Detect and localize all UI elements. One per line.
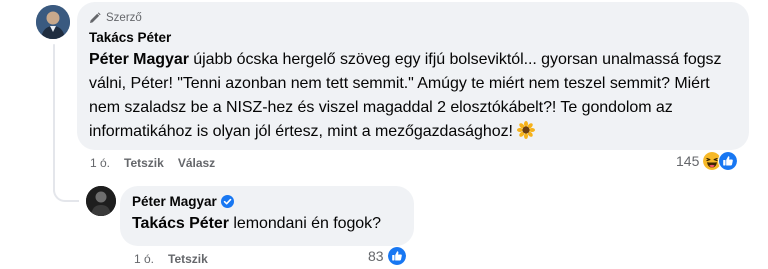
- reply-text: Takács Péter lemondani én fogok?: [132, 212, 402, 236]
- reply-like-button[interactable]: Tetszik: [168, 252, 208, 266]
- reply-actions: 1 ó. Tetszik: [134, 252, 208, 266]
- profile-photo-icon: [36, 5, 70, 39]
- reaction-icons: [702, 151, 739, 171]
- thread-line: [53, 44, 55, 192]
- reply-reaction-icons: [386, 246, 407, 266]
- reply-mention[interactable]: Takács Péter: [132, 215, 229, 232]
- comment-time[interactable]: 1 ó.: [90, 156, 110, 170]
- author-badge: Szerző: [89, 10, 737, 26]
- comment-actions: 1 ó. Tetszik Válasz: [90, 156, 215, 170]
- like-icon: [386, 246, 407, 266]
- comment-author[interactable]: Takács Péter: [89, 28, 737, 47]
- comment-text: Péter Magyar újabb ócska hergelő szöveg …: [89, 48, 737, 147]
- sunflower-icon: [516, 121, 535, 139]
- reply-author-avatar[interactable]: [86, 186, 116, 216]
- reaction-count: 145: [676, 153, 700, 169]
- reply-button[interactable]: Válasz: [178, 156, 215, 170]
- reply-author[interactable]: Péter Magyar: [132, 192, 217, 211]
- reaction-summary[interactable]: 145: [676, 151, 739, 171]
- sunflower-emoji: [516, 121, 535, 147]
- comment-bubble: Szerző Takács Péter Péter Magyar újabb ó…: [77, 2, 749, 150]
- author-avatar[interactable]: [36, 5, 70, 39]
- like-button[interactable]: Tetszik: [124, 156, 164, 170]
- reply-author-row: Péter Magyar: [132, 192, 402, 211]
- reply-reaction-count: 83: [368, 248, 384, 264]
- reply-bubble: Péter Magyar Takács Péter lemondani én f…: [120, 186, 414, 246]
- profile-photo-icon: [86, 186, 116, 216]
- like-icon: [718, 151, 739, 171]
- reply-reaction-summary[interactable]: 83: [368, 246, 407, 266]
- comment-mention[interactable]: Péter Magyar: [89, 51, 189, 68]
- pen-icon: [90, 12, 101, 23]
- reply-time[interactable]: 1 ó.: [134, 252, 154, 266]
- thread-connector: [53, 182, 79, 202]
- author-badge-label: Szerző: [106, 12, 142, 24]
- reply-body: lemondani én fogok?: [228, 215, 381, 232]
- verified-badge-icon: [220, 195, 234, 208]
